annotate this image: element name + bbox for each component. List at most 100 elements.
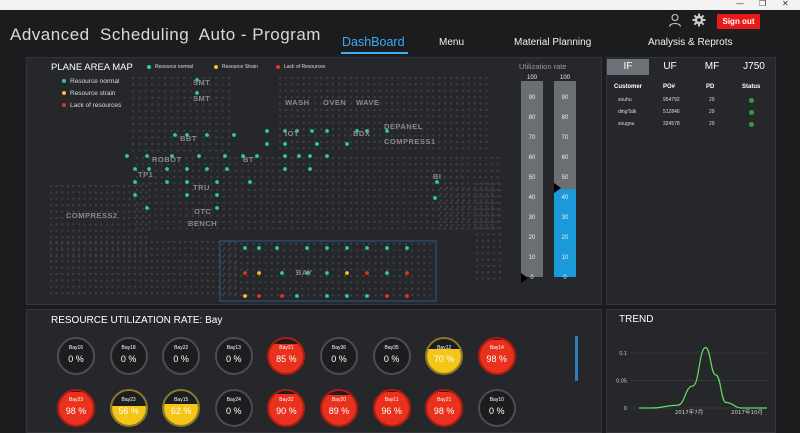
map-slot xyxy=(308,83,311,86)
map-slot xyxy=(163,123,167,126)
map-slot xyxy=(408,108,411,112)
map-slot xyxy=(173,208,176,211)
gauge-bay36[interactable]: Bay36 0 % xyxy=(320,337,358,375)
map-slot xyxy=(414,227,417,230)
map-slot xyxy=(156,285,159,288)
map-slot xyxy=(439,205,443,208)
map-slot xyxy=(163,142,167,146)
gauge-bay33[interactable]: Bay33 98 % xyxy=(57,389,95,427)
map-slot xyxy=(282,268,286,271)
map-slot xyxy=(189,240,193,244)
map-slot xyxy=(308,195,311,198)
gauge-bay15[interactable]: Bay15 62 % xyxy=(162,389,201,427)
map-slot xyxy=(349,115,352,118)
map-slot xyxy=(420,214,423,217)
map-slot xyxy=(380,255,383,258)
map-slot xyxy=(485,211,488,214)
gauge-bay16[interactable]: Bay16 0 % xyxy=(57,337,95,375)
tab-if[interactable]: IF xyxy=(607,59,649,75)
map-slot xyxy=(308,108,311,112)
map-slot xyxy=(259,156,263,160)
map-slot xyxy=(491,211,494,214)
map-slot xyxy=(456,217,460,221)
nav-dashboard[interactable]: DashBoard xyxy=(342,35,405,49)
user-icon[interactable] xyxy=(668,13,682,27)
map-slot xyxy=(122,236,126,239)
gauge-name: Bay11 xyxy=(384,397,399,403)
map-slot xyxy=(437,188,440,192)
map-slot xyxy=(150,240,153,244)
map-slot xyxy=(210,156,213,160)
gauge-bay11[interactable]: Bay11 96 % xyxy=(372,389,411,427)
status-dot-normal xyxy=(275,246,279,250)
map-slot xyxy=(414,208,417,211)
gauge-bay24[interactable]: Bay24 0 % xyxy=(214,389,253,427)
gauge-bay13[interactable]: Bay13 0 % xyxy=(214,337,253,375)
map-slot xyxy=(296,140,299,144)
gear-icon[interactable] xyxy=(692,13,706,27)
map-slot xyxy=(319,294,322,297)
gauge-bay12[interactable]: Bay12 70 % xyxy=(425,337,464,375)
gauge-bay22[interactable]: Bay22 0 % xyxy=(162,337,201,375)
map-slot xyxy=(185,214,188,217)
sign-out-button[interactable]: Sign out xyxy=(717,14,760,29)
map-slot xyxy=(240,268,243,271)
nav-material-planning[interactable]: Material Planning xyxy=(514,37,591,48)
gauge-value: 56 % xyxy=(118,406,139,416)
map-slot xyxy=(178,292,181,295)
tab-uf[interactable]: UF xyxy=(649,59,691,75)
map-slot xyxy=(197,195,201,198)
map-slot xyxy=(417,242,420,246)
map-slot xyxy=(284,108,288,112)
status-dot-normal xyxy=(185,193,189,197)
resource-scrollbar[interactable] xyxy=(575,336,578,381)
map-slot xyxy=(308,76,311,80)
map-slot xyxy=(349,140,352,144)
map-slot xyxy=(408,83,411,86)
map-slot xyxy=(361,156,364,160)
gauge-bay23[interactable]: Bay23 56 % xyxy=(109,389,148,427)
map-slot xyxy=(252,274,255,278)
map-slot xyxy=(449,96,453,99)
map-slot xyxy=(449,188,452,192)
gauge-bay14[interactable]: Bay14 98 % xyxy=(477,337,516,375)
gauge-bay21[interactable]: Bay21 98 % xyxy=(425,389,464,427)
gauge-bay20[interactable]: Bay20 89 % xyxy=(320,389,358,427)
map-slot xyxy=(449,220,452,224)
gauge-value: 0 % xyxy=(383,354,400,364)
map-slot xyxy=(221,123,224,126)
map-slot xyxy=(170,96,173,99)
map-slot xyxy=(145,184,148,188)
map-slot xyxy=(184,253,187,256)
gauge-bay35[interactable]: Bay35 0 % xyxy=(372,337,411,375)
nav-analysis-reports[interactable]: Analysis & Reprots xyxy=(648,37,732,48)
map-slot xyxy=(202,149,205,152)
gauge-bay32[interactable]: Bay32 90 % xyxy=(267,389,306,427)
map-slot xyxy=(296,176,299,179)
map-slot xyxy=(111,223,114,226)
map-slot xyxy=(479,217,483,221)
gauge-bay31[interactable]: Bay31 85 % xyxy=(267,337,306,375)
minimize-icon[interactable]: — xyxy=(736,0,744,8)
restore-icon[interactable]: ❐ xyxy=(759,0,766,8)
map-slot xyxy=(278,176,282,179)
map-slot xyxy=(473,115,476,118)
close-icon[interactable]: ✕ xyxy=(782,0,789,8)
map-slot xyxy=(368,281,371,284)
tab-j750[interactable]: J750 xyxy=(733,59,775,75)
map-slot xyxy=(429,287,432,290)
map-slot xyxy=(72,266,75,269)
map-slot xyxy=(276,242,280,246)
map-slot xyxy=(331,294,334,297)
map-slot xyxy=(385,76,388,80)
map-slot xyxy=(420,201,423,204)
gauge-bay18[interactable]: Bay18 0 % xyxy=(109,337,148,375)
map-slot xyxy=(302,208,305,211)
nav-menu[interactable]: Menu xyxy=(439,37,464,48)
map-slot xyxy=(320,89,323,92)
gauge-bay10[interactable]: Bay10 0 % xyxy=(477,389,516,427)
tab-mf[interactable]: MF xyxy=(691,59,733,75)
map-slot xyxy=(355,147,358,150)
map-slot xyxy=(485,83,488,86)
map-slot xyxy=(160,220,163,224)
